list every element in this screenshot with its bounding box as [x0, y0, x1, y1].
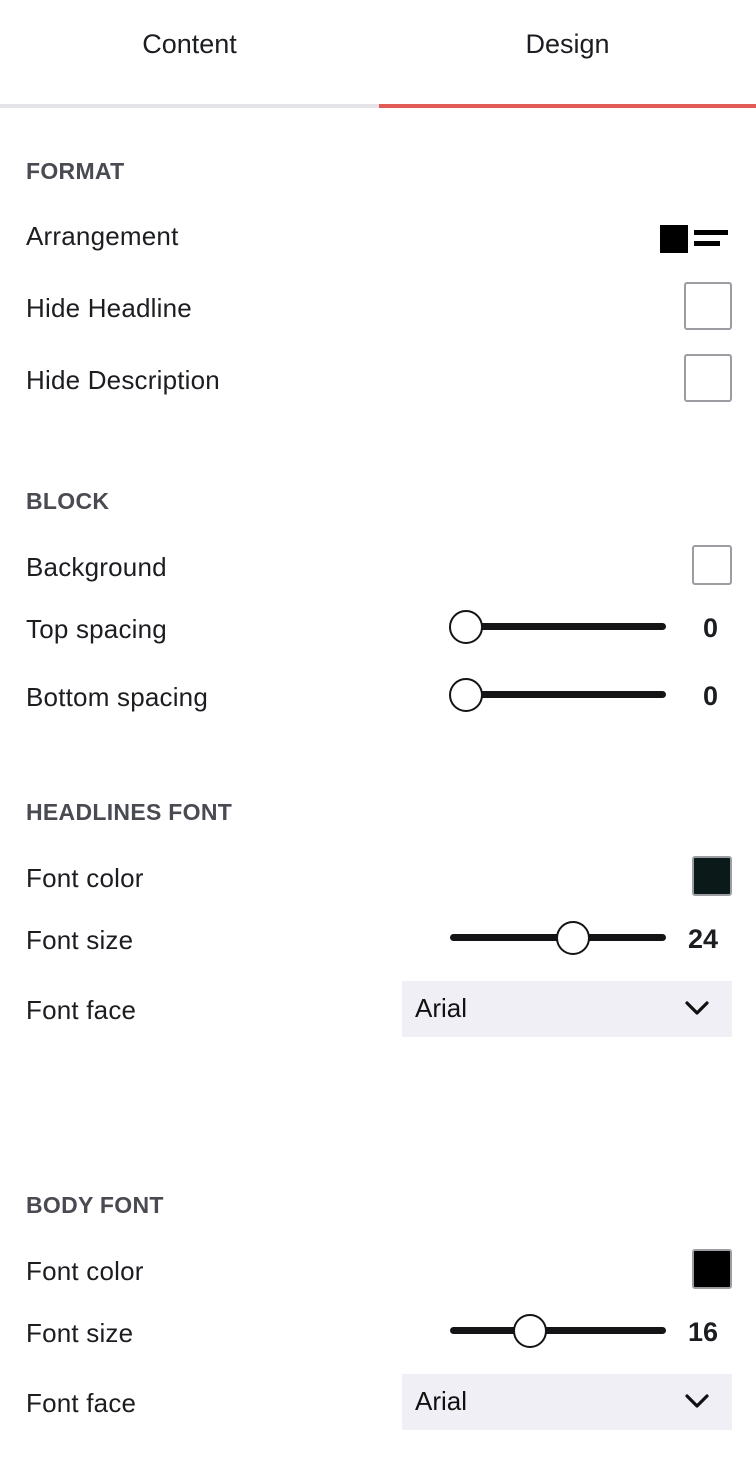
- tab-design[interactable]: Design: [379, 0, 756, 108]
- headlines-font-section-title: HEADLINES FONT: [26, 799, 233, 825]
- slider-thumb[interactable]: [449, 678, 483, 712]
- headlines-font-size-slider[interactable]: [450, 920, 666, 956]
- arrangement-label: Arrangement: [26, 221, 179, 251]
- body-font-color-label: Font color: [26, 1256, 144, 1286]
- headlines-font-color-label: Font color: [26, 863, 144, 893]
- top-spacing-value: 0: [702, 613, 718, 643]
- top-spacing-slider[interactable]: [449, 609, 666, 645]
- body-font-size-slider[interactable]: [450, 1313, 666, 1349]
- body-font-color-swatch[interactable]: [692, 1249, 732, 1289]
- image-left-text-icon[interactable]: [660, 225, 728, 253]
- chevron-down-icon: [685, 1001, 709, 1015]
- body-font-section-title: BODY FONT: [26, 1192, 164, 1218]
- slider-thumb[interactable]: [555, 921, 590, 955]
- background-checkbox[interactable]: [692, 545, 732, 585]
- hide-headline-label: Hide Headline: [26, 293, 192, 323]
- body-font-face-label: Font face: [26, 1388, 137, 1418]
- headlines-font-face-select[interactable]: Arial: [402, 981, 732, 1037]
- block-section-title: BLOCK: [26, 488, 110, 514]
- background-label: Background: [26, 552, 167, 582]
- slider-thumb[interactable]: [513, 1314, 548, 1348]
- headlines-font-size-value: 24: [687, 924, 718, 954]
- body-font-size-label: Font size: [26, 1318, 134, 1348]
- select-value: Arial: [415, 993, 468, 1023]
- headlines-font-color-swatch[interactable]: [692, 856, 732, 896]
- design-panel: Content Design FORMAT Arrangement Hide H…: [0, 0, 756, 1460]
- hide-description-checkbox[interactable]: [684, 354, 732, 402]
- tab-content-label: Content: [142, 28, 237, 59]
- headlines-font-size-label: Font size: [26, 925, 134, 955]
- tab-content[interactable]: Content: [0, 0, 379, 108]
- hide-description-label: Hide Description: [26, 365, 220, 395]
- top-spacing-label: Top spacing: [26, 614, 167, 644]
- body-font-face-select[interactable]: Arial: [402, 1374, 732, 1430]
- hide-headline-checkbox[interactable]: [684, 282, 732, 330]
- slider-thumb[interactable]: [449, 610, 483, 644]
- chevron-down-icon: [685, 1394, 709, 1408]
- tab-design-label: Design: [525, 28, 610, 59]
- bottom-spacing-slider[interactable]: [449, 677, 666, 713]
- slider-track: [450, 1327, 666, 1334]
- tab-bar: Content Design: [0, 0, 756, 108]
- headlines-font-face-label: Font face: [26, 995, 137, 1025]
- bottom-spacing-label: Bottom spacing: [26, 682, 209, 712]
- bottom-spacing-value: 0: [702, 681, 718, 711]
- format-section-title: FORMAT: [26, 158, 125, 184]
- body-font-size-value: 16: [687, 1317, 718, 1347]
- select-value: Arial: [415, 1386, 468, 1416]
